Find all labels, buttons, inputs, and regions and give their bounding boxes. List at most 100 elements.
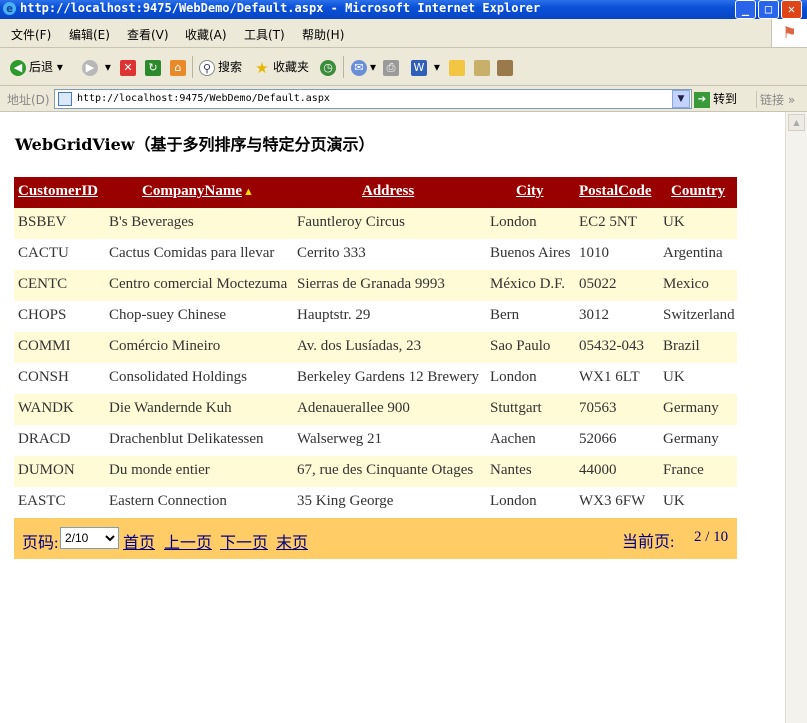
cell-postalcode: 52066 — [579, 431, 617, 447]
cell-city: México D.F. — [490, 276, 566, 292]
search-button[interactable]: ⚲ 搜索 — [199, 57, 242, 77]
minimize-button[interactable]: _ — [735, 0, 756, 19]
page-label: 页码: — [22, 535, 59, 552]
search-label: 搜索 — [218, 60, 243, 74]
cell-postalcode: WX3 6FW — [579, 493, 646, 509]
page-title: WebGridView（基于多列排序与特定分页演示） — [15, 135, 375, 154]
header-country[interactable]: Country — [671, 183, 725, 200]
current-page-label: 当前页: — [622, 534, 675, 551]
ie-icon: e — [3, 2, 16, 15]
menu-help[interactable]: 帮助(H) — [302, 26, 344, 43]
header-city[interactable]: City — [516, 183, 544, 200]
cell-country: Germany — [663, 400, 719, 416]
links-label: 链接 — [760, 93, 785, 107]
print-button[interactable]: ⎙ — [383, 57, 402, 77]
cell-postalcode: EC2 5NT — [579, 214, 637, 230]
cell-city: Aachen — [490, 431, 536, 447]
last-page-link[interactable]: 末页 — [276, 529, 308, 553]
stop-icon: ✕ — [120, 59, 136, 76]
cell-customerid: DRACD — [18, 431, 71, 447]
cell-address: 35 King George — [297, 493, 394, 509]
cell-postalcode: 70563 — [579, 400, 617, 416]
cell-customerid: EASTC — [18, 493, 66, 509]
go-button[interactable]: ➔ 转到 — [694, 90, 737, 108]
toolbar: ◀ 后退 ▾ ▶ ▾ ✕ ↻ ⌂ ⚲ 搜索 ★ 收藏夹 ◷ ✉ ▾ ⎙ W ▾ — [0, 48, 807, 86]
history-icon: ◷ — [320, 59, 336, 76]
cell-city: Bern — [490, 307, 520, 323]
favorites-label: 收藏夹 — [273, 60, 310, 74]
history-button[interactable]: ◷ — [320, 57, 339, 77]
table-row: WANDK Die Wandernde Kuh Adenauerallee 900 S… — [14, 394, 737, 425]
cell-country: UK — [663, 214, 685, 230]
cell-customerid: BSBEV — [18, 214, 67, 230]
cell-country: France — [663, 462, 704, 478]
menu-edit[interactable]: 编辑(E) — [69, 26, 110, 43]
cell-companyname: Chop-suey Chinese — [109, 307, 227, 323]
header-address[interactable]: Address — [362, 183, 414, 200]
address-url: http://localhost:9475/WebDemo/Default.as… — [77, 93, 330, 104]
vertical-scrollbar[interactable]: ▲ — [785, 112, 807, 723]
header-postalcode[interactable]: PostalCode — [579, 183, 652, 200]
cell-address: Sierras de Granada 9993 — [297, 276, 445, 292]
messenger-button[interactable] — [474, 57, 493, 77]
next-page-link[interactable]: 下一页 — [220, 529, 268, 553]
cell-country: UK — [663, 493, 685, 509]
close-button[interactable]: ✕ — [781, 0, 802, 19]
cell-companyname: Cactus Comidas para llevar — [109, 245, 275, 261]
cell-city: Stuttgart — [490, 400, 542, 416]
menu-favorites[interactable]: 收藏(A) — [185, 26, 227, 43]
print-icon: ⎙ — [383, 59, 399, 76]
customer-grid: CustomerID CompanyName▲ Address City Pos… — [14, 177, 737, 559]
cell-address: 67, rue des Cinquante Otages — [297, 462, 474, 478]
menu-view[interactable]: 查看(V) — [127, 26, 169, 43]
prev-page-link[interactable]: 上一页 — [164, 529, 212, 553]
table-row: DUMON Du monde entier 67, rue des Cinquant… — [14, 456, 737, 487]
home-button[interactable]: ⌂ — [170, 57, 189, 77]
table-row: BSBEV B's Beverages Fauntleroy Circus Londo… — [14, 208, 737, 239]
cell-companyname: Comércio Mineiro — [109, 338, 221, 354]
cell-companyname: Du monde entier — [109, 462, 210, 478]
search-icon: ⚲ — [199, 59, 215, 76]
address-input[interactable]: http://localhost:9475/WebDemo/Default.as… — [54, 89, 692, 109]
forward-button[interactable]: ▶ ▾ — [82, 57, 111, 77]
stop-button[interactable]: ✕ — [120, 57, 139, 77]
table-row: CHOPS Chop-suey Chinese Hauptstr. 29 Bern 30… — [14, 301, 737, 332]
mail-button[interactable]: ✉ ▾ — [351, 57, 376, 77]
address-dropdown-icon[interactable]: ▼ — [672, 90, 690, 108]
cell-postalcode: 1010 — [579, 245, 609, 261]
back-button[interactable]: ◀ 后退 ▾ — [10, 57, 63, 77]
table-row: COMMI Comércio Mineiro Av. dos Lusíadas, 2… — [14, 332, 737, 363]
links-button[interactable]: 链接 » — [756, 91, 795, 108]
header-companyname[interactable]: CompanyName▲ — [142, 183, 254, 200]
favorites-button[interactable]: ★ 收藏夹 — [254, 57, 309, 77]
star-icon: ★ — [255, 58, 269, 77]
page-select[interactable]: 2/10 — [60, 527, 119, 549]
research-button[interactable] — [497, 57, 516, 77]
cell-address: Adenauerallee 900 — [297, 400, 410, 416]
forward-arrow-icon: ▶ — [82, 59, 98, 76]
refresh-button[interactable]: ↻ — [145, 57, 164, 77]
edit-button[interactable]: W ▾ — [411, 57, 440, 77]
word-icon: W — [411, 59, 427, 76]
cell-city: Sao Paulo — [490, 338, 551, 354]
cell-postalcode: 3012 — [579, 307, 609, 323]
cell-country: Mexico — [663, 276, 709, 292]
header-customerid[interactable]: CustomerID — [18, 183, 98, 200]
menu-tools[interactable]: 工具(T) — [244, 26, 285, 43]
first-page-link[interactable]: 首页 — [123, 529, 155, 553]
cell-customerid: CENTC — [18, 276, 68, 292]
cell-customerid: WANDK — [18, 400, 74, 416]
cell-city: Nantes — [490, 462, 532, 478]
cell-postalcode: WX1 6LT — [579, 369, 640, 385]
windows-logo-icon: ⚑ — [771, 19, 807, 47]
cell-city: London — [490, 369, 537, 385]
cell-country: Switzerland — [663, 307, 735, 323]
table-row: CONSH Consolidated Holdings Berkeley Garde… — [14, 363, 737, 394]
maximize-button[interactable]: □ — [758, 0, 779, 19]
discuss-button[interactable] — [449, 57, 468, 77]
menu-file[interactable]: 文件(F) — [11, 26, 51, 43]
scroll-up-icon[interactable]: ▲ — [788, 114, 805, 131]
sort-ascending-icon: ▲ — [243, 186, 254, 198]
folder-icon — [449, 59, 465, 76]
cell-customerid: CACTU — [18, 245, 69, 261]
